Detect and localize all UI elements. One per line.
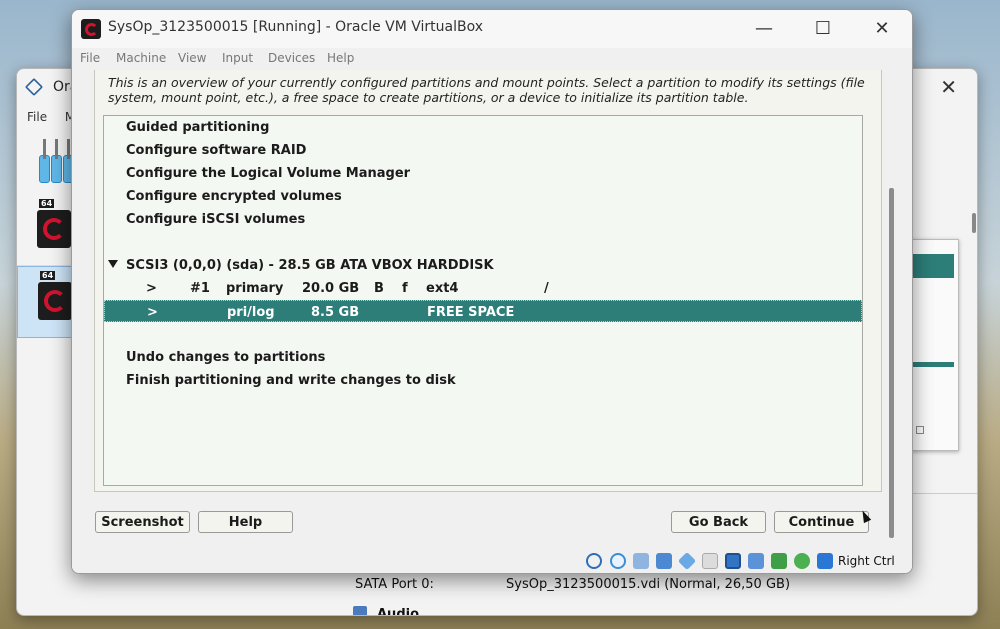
vm-arch-badge: 64: [40, 271, 56, 280]
list-item-encrypted-volumes[interactable]: Configure encrypted volumes: [104, 185, 862, 207]
usb-icon[interactable]: [677, 551, 697, 571]
vm-status-bar: Right Ctrl: [72, 547, 912, 573]
mouse-integration-icon[interactable]: [794, 553, 810, 569]
menu-help[interactable]: Help: [327, 51, 354, 65]
vm-window-title: SysOp_3123500015 [Running] - Oracle VM V…: [108, 19, 484, 35]
screenshot-button[interactable]: Screenshot: [95, 511, 190, 533]
debian-icon: [37, 210, 71, 248]
menu-view[interactable]: View: [178, 51, 206, 65]
optical-drive-icon[interactable]: [610, 553, 626, 569]
go-back-button[interactable]: Go Back: [671, 511, 766, 533]
sata-port-value: SysOp_3123500015.vdi (Normal, 26,50 GB): [506, 577, 791, 592]
partition-row[interactable]: > #1 primary 20.0 GB B f ext4 /: [104, 277, 862, 299]
vm-menu-bar: File Machine View Input Devices Help: [72, 48, 912, 70]
minimize-icon[interactable]: —: [742, 14, 786, 44]
vm-titlebar: SysOp_3123500015 [Running] - Oracle VM V…: [72, 10, 912, 48]
partition-panel: This is an overview of your currently co…: [94, 70, 882, 492]
menu-machine[interactable]: Machine: [116, 51, 166, 65]
menu-devices[interactable]: Devices: [268, 51, 315, 65]
list-item-lvm[interactable]: Configure the Logical Volume Manager: [104, 162, 862, 184]
display-icon[interactable]: [725, 553, 741, 569]
partition-row-free-space-selected[interactable]: > pri/log 8.5 GB FREE SPACE: [104, 300, 862, 322]
vm-list-item-selected[interactable]: 64: [17, 266, 77, 338]
vm-preview-thumbnail: [907, 239, 959, 451]
debian-icon: [81, 19, 101, 39]
audio-section-icon: [353, 606, 367, 615]
list-item-finish-partitioning[interactable]: Finish partitioning and write changes to…: [104, 369, 862, 391]
manager-scrollbar[interactable]: [972, 213, 976, 233]
audio-section-title[interactable]: Audio: [377, 607, 419, 615]
vm-list-item[interactable]: 64: [17, 195, 75, 266]
partition-description: This is an overview of your currently co…: [108, 75, 865, 105]
manager-menu-file[interactable]: File: [27, 110, 47, 124]
host-key-label: Right Ctrl: [838, 554, 895, 568]
list-item-iscsi-volumes[interactable]: Configure iSCSI volumes: [104, 208, 862, 230]
guest-scrollbar[interactable]: [889, 188, 894, 538]
list-item-undo-changes[interactable]: Undo changes to partitions: [104, 346, 862, 368]
vm-arch-badge: 64: [39, 199, 55, 208]
help-button[interactable]: Help: [198, 511, 293, 533]
menu-input[interactable]: Input: [222, 51, 253, 65]
list-item-disk-sda[interactable]: SCSI3 (0,0,0) (sda) - 28.5 GB ATA VBOX H…: [104, 254, 862, 276]
partition-list[interactable]: Guided partitioning Configure software R…: [103, 115, 863, 486]
close-icon[interactable]: ✕: [860, 14, 904, 44]
virtualbox-logo-icon: [24, 77, 44, 97]
guest-screen[interactable]: This is an overview of your currently co…: [81, 70, 899, 547]
list-item-guided-partitioning[interactable]: Guided partitioning: [104, 116, 862, 138]
audio-icon[interactable]: [633, 553, 649, 569]
virtualization-icon[interactable]: [771, 553, 787, 569]
manager-close-icon[interactable]: ✕: [940, 75, 957, 99]
network-icon[interactable]: [656, 553, 672, 569]
menu-file[interactable]: File: [80, 51, 100, 65]
maximize-icon[interactable]: ☐: [801, 14, 845, 44]
hard-disk-icon[interactable]: [586, 553, 602, 569]
list-item-software-raid[interactable]: Configure software RAID: [104, 139, 862, 161]
debian-icon: [38, 282, 72, 320]
expand-triangle-icon[interactable]: [108, 260, 118, 268]
vm-window: SysOp_3123500015 [Running] - Oracle VM V…: [71, 9, 913, 574]
shared-folder-icon[interactable]: [702, 553, 718, 569]
recording-icon[interactable]: [748, 553, 764, 569]
sata-port-label: SATA Port 0:: [355, 577, 434, 592]
continue-button[interactable]: Continue: [774, 511, 869, 533]
download-icon[interactable]: [817, 553, 833, 569]
